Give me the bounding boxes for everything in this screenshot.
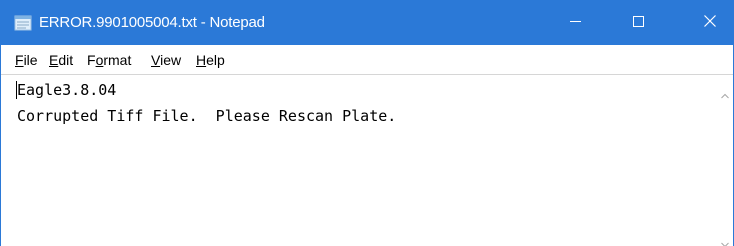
window-title: ERROR.9901005004.txt - Notepad — [39, 14, 265, 31]
text-line: Eagle3.8.04 — [17, 81, 117, 99]
menu-format[interactable]: Format — [87, 51, 131, 69]
scroll-up-arrow-icon[interactable] — [721, 86, 729, 99]
text-editor-area[interactable]: Eagle3.8.04 Corrupted Tiff File. Please … — [1, 74, 717, 246]
menu-file[interactable]: File — [15, 51, 38, 69]
menu-bar: File Edit Format View Help — [1, 45, 733, 73]
maximize-button[interactable] — [615, 1, 661, 45]
close-button[interactable] — [687, 1, 733, 45]
notepad-window: ERROR.9901005004.txt - Notepad File Edit… — [0, 0, 734, 246]
minimize-icon — [569, 14, 581, 32]
close-icon — [704, 14, 716, 32]
menu-help[interactable]: Help — [196, 51, 225, 69]
maximize-icon — [632, 14, 644, 32]
notepad-icon[interactable] — [14, 15, 32, 31]
title-bar[interactable]: ERROR.9901005004.txt - Notepad — [1, 1, 733, 45]
menu-view[interactable]: View — [151, 51, 181, 69]
minimize-button[interactable] — [552, 1, 598, 45]
scroll-down-arrow-icon[interactable] — [721, 235, 729, 246]
text-line: Corrupted Tiff File. Please Rescan Plate… — [17, 107, 397, 125]
vertical-scrollbar[interactable] — [717, 74, 733, 246]
menu-edit[interactable]: Edit — [49, 51, 73, 69]
